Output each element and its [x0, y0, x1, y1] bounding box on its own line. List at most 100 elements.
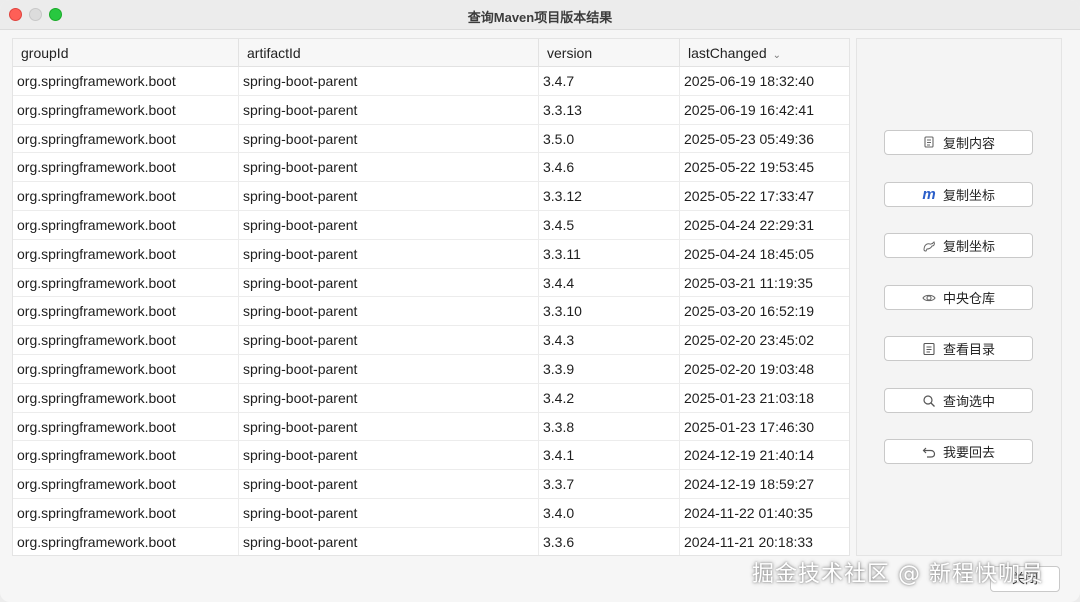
cell-artifactid[interactable]: spring-boot-parent [239, 124, 539, 154]
cell-version[interactable]: 3.4.6 [539, 153, 680, 183]
cell-groupid[interactable]: org.springframework.boot [13, 268, 239, 298]
table-row[interactable]: org.springframework.boot spring-boot-pare… [13, 124, 849, 154]
cell-version[interactable]: 3.3.11 [539, 239, 680, 269]
cell-lastchanged[interactable]: 2025-05-22 19:53:45 [680, 153, 849, 182]
cell-lastchanged[interactable]: 2025-02-20 23:45:02 [680, 326, 849, 355]
cell-lastchanged[interactable]: 2025-02-20 19:03:48 [680, 355, 849, 384]
table-row[interactable]: org.springframework.boot spring-boot-pare… [13, 297, 849, 327]
cell-artifactid[interactable]: spring-boot-parent [239, 268, 539, 298]
table-row[interactable]: org.springframework.boot spring-boot-pare… [13, 268, 849, 298]
table-row[interactable]: org.springframework.boot spring-boot-pare… [13, 95, 849, 125]
table-row[interactable]: org.springframework.boot spring-boot-pare… [13, 441, 849, 471]
table-row[interactable]: org.springframework.boot spring-boot-pare… [13, 239, 849, 269]
view-directory-button[interactable]: 查看目录 [884, 336, 1033, 361]
cell-artifactid[interactable]: spring-boot-parent [239, 412, 539, 442]
column-header-lastchanged[interactable]: lastChanged ⌄ [680, 39, 849, 67]
column-header-artifactid[interactable]: artifactId [239, 39, 539, 67]
cell-artifactid[interactable]: spring-boot-parent [239, 182, 539, 211]
table-row[interactable]: org.springframework.boot spring-boot-pare… [13, 67, 849, 96]
table-row[interactable]: org.springframework.boot spring-boot-pare… [13, 527, 849, 555]
cell-artifactid[interactable]: spring-boot-parent [239, 499, 539, 528]
table-row[interactable]: org.springframework.boot spring-boot-pare… [13, 326, 849, 355]
cell-version[interactable]: 3.3.12 [539, 182, 680, 211]
table-row[interactable]: org.springframework.boot spring-boot-pare… [13, 499, 849, 528]
cell-lastchanged[interactable]: 2025-03-20 16:52:19 [680, 297, 849, 326]
cell-groupid[interactable]: org.springframework.boot [13, 355, 239, 384]
go-back-button[interactable]: 我要回去 [884, 439, 1033, 464]
cell-artifactid[interactable]: spring-boot-parent [239, 95, 539, 125]
window-title: 查询Maven项目版本结果 [467, 10, 613, 25]
table-row[interactable]: org.springframework.boot spring-boot-pare… [13, 470, 849, 499]
central-repository-button[interactable]: 中央仓库 [884, 285, 1033, 310]
cell-artifactid[interactable]: spring-boot-parent [239, 383, 539, 413]
cell-lastchanged[interactable]: 2024-11-22 01:40:35 [680, 499, 849, 528]
cell-version[interactable]: 3.4.4 [539, 268, 680, 298]
cell-artifactid[interactable]: spring-boot-parent [239, 297, 539, 327]
cell-artifactid[interactable]: spring-boot-parent [239, 153, 539, 183]
cell-artifactid[interactable]: spring-boot-parent [239, 326, 539, 355]
table-row[interactable]: org.springframework.boot spring-boot-pare… [13, 182, 849, 211]
cell-lastchanged[interactable]: 2025-05-22 17:33:47 [680, 182, 849, 211]
cell-groupid[interactable]: org.springframework.boot [13, 297, 239, 327]
cell-artifactid[interactable]: spring-boot-parent [239, 527, 539, 555]
cell-groupid[interactable]: org.springframework.boot [13, 124, 239, 154]
cell-groupid[interactable]: org.springframework.boot [13, 527, 239, 555]
cell-groupid[interactable]: org.springframework.boot [13, 95, 239, 125]
maven-icon: m [922, 186, 936, 203]
cell-groupid[interactable]: org.springframework.boot [13, 211, 239, 240]
cell-version[interactable]: 3.4.7 [539, 67, 680, 96]
cell-lastchanged[interactable]: 2024-12-19 18:59:27 [680, 470, 849, 499]
query-selected-button[interactable]: 查询选中 [884, 388, 1033, 413]
cell-artifactid[interactable]: spring-boot-parent [239, 441, 539, 471]
cell-lastchanged[interactable]: 2024-11-21 20:18:33 [680, 528, 849, 555]
cell-groupid[interactable]: org.springframework.boot [13, 67, 239, 96]
cell-artifactid[interactable]: spring-boot-parent [239, 239, 539, 269]
cell-groupid[interactable]: org.springframework.boot [13, 239, 239, 269]
cell-version[interactable]: 3.4.5 [539, 211, 680, 240]
list-document-icon [922, 342, 936, 356]
cell-artifactid[interactable]: spring-boot-parent [239, 355, 539, 384]
cell-artifactid[interactable]: spring-boot-parent [239, 211, 539, 240]
cell-groupid[interactable]: org.springframework.boot [13, 499, 239, 528]
table-row[interactable]: org.springframework.boot spring-boot-pare… [13, 383, 849, 413]
cell-groupid[interactable]: org.springframework.boot [13, 182, 239, 211]
table-row[interactable]: org.springframework.boot spring-boot-pare… [13, 412, 849, 442]
column-header-version[interactable]: version [539, 39, 680, 67]
cell-lastchanged[interactable]: 2025-06-19 18:32:40 [680, 67, 849, 96]
cell-lastchanged[interactable]: 2025-06-19 16:42:41 [680, 96, 849, 125]
cell-groupid[interactable]: org.springframework.boot [13, 326, 239, 355]
cell-groupid[interactable]: org.springframework.boot [13, 441, 239, 471]
cell-lastchanged[interactable]: 2025-04-24 22:29:31 [680, 211, 849, 240]
cell-version[interactable]: 3.3.7 [539, 470, 680, 499]
table-row[interactable]: org.springframework.boot spring-boot-pare… [13, 211, 849, 240]
cell-lastchanged[interactable]: 2025-04-24 18:45:05 [680, 240, 849, 269]
cell-version[interactable]: 3.4.3 [539, 326, 680, 355]
cell-lastchanged[interactable]: 2024-12-19 21:40:14 [680, 441, 849, 470]
cell-version[interactable]: 3.3.13 [539, 95, 680, 125]
cell-groupid[interactable]: org.springframework.boot [13, 412, 239, 442]
copy-content-button[interactable]: 复制内容 [884, 130, 1033, 155]
cell-version[interactable]: 3.3.6 [539, 527, 680, 555]
cell-lastchanged[interactable]: 2025-03-21 11:19:35 [680, 269, 849, 298]
cell-version[interactable]: 3.4.0 [539, 499, 680, 528]
table-row[interactable]: org.springframework.boot spring-boot-pare… [13, 153, 849, 183]
cell-version[interactable]: 3.4.1 [539, 441, 680, 471]
cell-version[interactable]: 3.3.10 [539, 297, 680, 327]
cell-lastchanged[interactable]: 2025-01-23 17:46:30 [680, 413, 849, 442]
cell-lastchanged[interactable]: 2025-01-23 21:03:18 [680, 384, 849, 413]
cell-artifactid[interactable]: spring-boot-parent [239, 67, 539, 96]
cell-version[interactable]: 3.3.9 [539, 355, 680, 384]
cell-version[interactable]: 3.4.2 [539, 383, 680, 413]
copy-maven-coordinate-button[interactable]: m 复制坐标 [884, 182, 1033, 207]
cell-groupid[interactable]: org.springframework.boot [13, 153, 239, 183]
cell-artifactid[interactable]: spring-boot-parent [239, 470, 539, 499]
copy-gradle-coordinate-button[interactable]: 复制坐标 [884, 233, 1033, 258]
cell-lastchanged[interactable]: 2025-05-23 05:49:36 [680, 125, 849, 154]
cell-version[interactable]: 3.3.8 [539, 412, 680, 442]
cell-groupid[interactable]: org.springframework.boot [13, 470, 239, 499]
column-header-groupid[interactable]: groupId [13, 39, 239, 67]
results-table[interactable]: groupId artifactId version lastChanged ⌄ … [12, 38, 850, 556]
cell-version[interactable]: 3.5.0 [539, 124, 680, 154]
cell-groupid[interactable]: org.springframework.boot [13, 383, 239, 413]
table-row[interactable]: org.springframework.boot spring-boot-pare… [13, 355, 849, 384]
